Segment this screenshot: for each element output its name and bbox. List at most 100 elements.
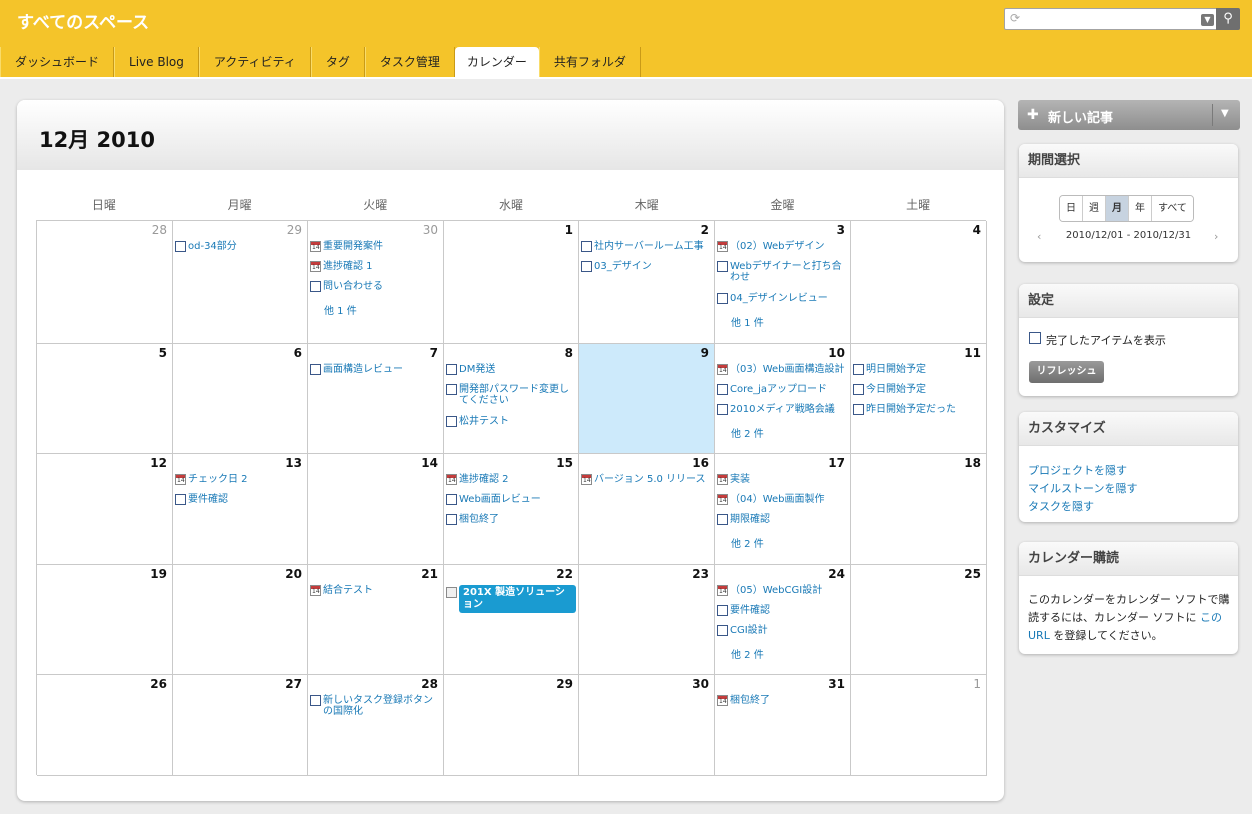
calendar-event[interactable]: 進捗確認 2 [446, 474, 576, 485]
event-title[interactable]: 重要開発案件 [323, 241, 383, 252]
day-cell[interactable]: 28 新しいタスク登録ボタンの国際化 [308, 675, 444, 776]
calendar-event[interactable]: 明日開始予定 [853, 364, 984, 375]
event-title[interactable]: 問い合わせる [323, 281, 383, 292]
event-title[interactable]: Core_jaアップロード [730, 384, 827, 395]
day-cell[interactable]: 9 [579, 344, 715, 454]
calendar-event[interactable]: 梱包終了 [717, 695, 848, 706]
calendar-event[interactable]: （02）Webデザイン [717, 241, 848, 252]
day-cell[interactable]: 29 [444, 675, 579, 776]
day-cell[interactable]: 13 チェック日 2 要件確認 [173, 454, 308, 565]
event-title[interactable]: 新しいタスク登録ボタンの国際化 [323, 695, 433, 717]
tab-5[interactable]: カレンダー [454, 47, 539, 77]
period-button-0[interactable]: 日 [1060, 196, 1083, 221]
day-cell[interactable]: 17 実装 （04）Web画面製作期限確認他 2 件 [715, 454, 851, 565]
event-title[interactable]: 結合テスト [323, 585, 373, 596]
event-title[interactable]: （03）Web画面構造設計 [730, 364, 845, 375]
event-title[interactable]: 梱包終了 [730, 695, 770, 706]
calendar-event[interactable]: 2010メディア戦略会議 [717, 404, 848, 415]
day-cell[interactable]: 30 [579, 675, 715, 776]
day-cell[interactable]: 29 od-34部分 [173, 221, 308, 344]
day-cell[interactable]: 22 201X 製造ソリューション [444, 565, 579, 675]
event-title[interactable]: 要件確認 [730, 605, 770, 616]
more-events-link[interactable]: 他 1 件 [324, 302, 357, 317]
calendar-event[interactable]: 結合テスト [310, 585, 441, 596]
day-cell[interactable]: 21 結合テスト [308, 565, 444, 675]
calendar-event[interactable]: （03）Web画面構造設計 [717, 364, 848, 375]
day-cell[interactable]: 23 [579, 565, 715, 675]
calendar-event[interactable]: 要件確認 [717, 605, 848, 616]
hide-tasks-link[interactable]: タスクを隠す [1028, 498, 1094, 514]
day-cell[interactable]: 7 画面構造レビュー [308, 344, 444, 454]
more-events-link[interactable]: 他 2 件 [731, 535, 764, 550]
day-cell[interactable]: 16 バージョン 5.0 リリース [579, 454, 715, 565]
next-period-icon[interactable]: › [1214, 230, 1218, 243]
day-cell[interactable]: 26 [37, 675, 173, 776]
subscribe-url-link[interactable]: この [1200, 611, 1222, 624]
day-cell[interactable]: 28 [37, 221, 173, 344]
calendar-event[interactable]: 進捗確認 1 [310, 261, 441, 272]
calendar-event[interactable]: 昨日開始予定だった [853, 404, 984, 415]
day-cell[interactable]: 8 DM発送 開発部パスワード変更してください 松井テスト [444, 344, 579, 454]
tab-2[interactable]: アクティビティ [198, 47, 311, 77]
event-title[interactable]: Web画面レビュー [459, 494, 541, 505]
refresh-button[interactable]: リフレッシュ [1029, 361, 1104, 383]
tab-3[interactable]: タグ [310, 47, 365, 77]
day-cell[interactable]: 24 （05）WebCGI設計要件確認 CGI設計他 2 件 [715, 565, 851, 675]
tab-0[interactable]: ダッシュボード [0, 47, 115, 77]
day-cell[interactable]: 6 [173, 344, 308, 454]
search-icon[interactable]: ⚲ [1216, 8, 1240, 30]
event-title[interactable]: 期限確認 [730, 514, 770, 525]
event-title[interactable]: 梱包終了 [459, 514, 499, 525]
more-events-link[interactable]: 他 2 件 [731, 646, 764, 661]
more-events-link[interactable]: 他 2 件 [731, 425, 764, 440]
day-cell[interactable]: 30 重要開発案件進捗確認 1 問い合わせる他 1 件 [308, 221, 444, 344]
calendar-event[interactable]: 要件確認 [175, 494, 305, 505]
event-title[interactable]: 04_デザインレビュー [730, 293, 828, 304]
event-title[interactable]: 2010メディア戦略会議 [730, 404, 835, 415]
calendar-event[interactable]: 梱包終了 [446, 514, 576, 525]
event-title[interactable]: 松井テスト [459, 416, 509, 427]
space-title[interactable]: すべてのスペース [17, 8, 149, 33]
calendar-event[interactable]: 重要開発案件 [310, 241, 441, 252]
calendar-event[interactable]: 今日開始予定 [853, 384, 984, 395]
calendar-event[interactable]: Core_jaアップロード [717, 384, 848, 395]
chevron-down-icon[interactable]: ▼ [1221, 108, 1229, 119]
calendar-event[interactable]: CGI設計 [717, 625, 848, 636]
day-cell[interactable]: 4 [851, 221, 987, 344]
calendar-event[interactable]: 03_デザイン [581, 261, 712, 272]
event-title[interactable]: 画面構造レビュー [323, 364, 403, 375]
period-button-3[interactable]: 年 [1129, 196, 1152, 221]
tab-4[interactable]: タスク管理 [364, 47, 455, 77]
hide-projects-link[interactable]: プロジェクトを隠す [1028, 462, 1127, 478]
search-box[interactable]: ⟳ ▼ ⚲ [1004, 8, 1240, 30]
show-completed-label[interactable]: 完了したアイテムを表示 [1046, 332, 1166, 348]
calendar-event[interactable]: 新しいタスク登録ボタンの国際化 [310, 695, 441, 717]
day-cell[interactable]: 31 梱包終了 [715, 675, 851, 776]
event-title[interactable]: CGI設計 [730, 625, 768, 636]
day-cell[interactable]: 25 [851, 565, 987, 675]
day-cell[interactable]: 12 [37, 454, 173, 565]
event-title[interactable]: od-34部分 [188, 241, 237, 252]
calendar-event[interactable]: 04_デザインレビュー [717, 293, 848, 304]
event-title[interactable]: 開発部パスワード変更してください [459, 384, 569, 406]
more-events-link[interactable]: 他 1 件 [731, 314, 764, 329]
new-post-button[interactable]: ✚ 新しい記事 ▼ [1018, 100, 1240, 130]
hide-milestones-link[interactable]: マイルストーンを隠す [1028, 480, 1137, 496]
day-cell[interactable]: 18 [851, 454, 987, 565]
day-cell[interactable]: 20 [173, 565, 308, 675]
day-cell[interactable]: 15 進捗確認 2 Web画面レビュー梱包終了 [444, 454, 579, 565]
calendar-event[interactable]: 社内サーバールーム工事 [581, 241, 712, 252]
event-title[interactable]: （02）Webデザイン [730, 241, 825, 252]
event-title[interactable]: 明日開始予定 [866, 364, 926, 375]
event-title[interactable]: 進捗確認 2 [459, 474, 509, 485]
period-button-2[interactable]: 月 [1106, 196, 1129, 221]
event-title[interactable]: チェック日 2 [188, 474, 248, 485]
calendar-event[interactable]: DM発送 [446, 364, 576, 375]
day-cell[interactable]: 19 [37, 565, 173, 675]
milestone-bar[interactable]: 201X 製造ソリューション [459, 585, 576, 613]
event-title[interactable]: 昨日開始予定だった [866, 404, 956, 415]
event-title[interactable]: DM発送 [459, 364, 495, 375]
event-title[interactable]: （04）Web画面製作 [730, 494, 825, 505]
calendar-event[interactable]: Web画面レビュー [446, 494, 576, 505]
calendar-event[interactable]: バージョン 5.0 リリース [581, 474, 712, 485]
